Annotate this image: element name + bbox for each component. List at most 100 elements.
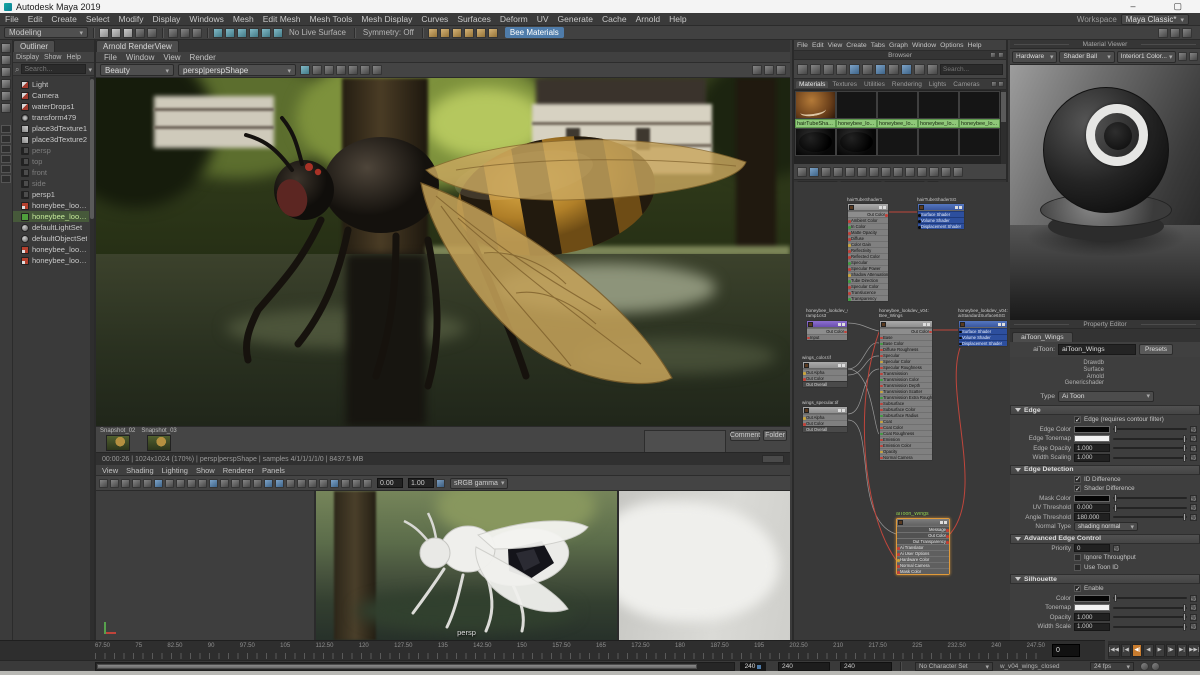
outliner-scrollbar[interactable] <box>90 77 94 640</box>
viewport-light-pane[interactable] <box>619 491 790 640</box>
material-swatch[interactable] <box>836 128 877 156</box>
safe-title-icon[interactable] <box>242 478 251 488</box>
float-pane-icon[interactable] <box>990 52 996 58</box>
open-scene-icon[interactable] <box>111 27 121 38</box>
map-button[interactable] <box>1190 604 1197 612</box>
restore-button[interactable]: ▢ <box>1173 1 1182 12</box>
map-button[interactable] <box>1190 613 1197 621</box>
go-to-end-button[interactable]: ▶▶| <box>1188 643 1200 657</box>
node-attr-displacement-shader[interactable]: Displacement Shader <box>959 339 1007 346</box>
select-by-hierarchy-icon[interactable] <box>168 27 178 38</box>
color-management-icon[interactable] <box>436 478 445 488</box>
viewer-environment-selector[interactable]: Interior1 Color... <box>1116 50 1176 63</box>
use-all-lights-icon[interactable] <box>286 478 295 488</box>
value-field[interactable]: 0 <box>1074 544 1110 553</box>
icon-view-icon[interactable] <box>875 63 886 75</box>
color-swatch[interactable] <box>1074 435 1110 443</box>
create-container-icon[interactable] <box>905 166 915 177</box>
value-field[interactable]: 0.000 <box>1074 503 1110 512</box>
gamma-field[interactable]: 1.00 <box>408 478 434 488</box>
hypershade-menu-help[interactable]: Help <box>968 42 982 49</box>
outliner-item-honeybee-lookdev-v04r[interactable]: honeybee_lookdev_v04r <box>13 244 89 255</box>
persp-outliner-layout-icon[interactable] <box>1 145 11 153</box>
ipr-render-icon[interactable] <box>439 27 450 38</box>
viewport-menu-renderer[interactable]: Renderer <box>223 466 254 475</box>
hypershade-tab-utilities[interactable]: Utilities <box>861 81 888 88</box>
play-forward-button[interactable]: ▶ <box>1154 643 1165 657</box>
snap-to-view-plane-icon[interactable] <box>261 27 271 38</box>
auto-keyframe-icon[interactable] <box>1151 662 1160 671</box>
section-silhouette[interactable]: Silhouette <box>1010 574 1200 585</box>
node-attr-displacement-shader[interactable]: Displacement Shader <box>918 223 964 230</box>
hypershade-tab-lights[interactable]: Lights <box>926 81 949 88</box>
menu-cache[interactable]: Cache <box>602 14 627 24</box>
add-selected-nodes-icon[interactable] <box>845 166 855 177</box>
sort-icon[interactable] <box>862 63 873 75</box>
bookmarks-icon[interactable] <box>132 478 141 488</box>
select-tool-icon[interactable] <box>1 43 11 53</box>
rearrange-graph-icon[interactable] <box>881 166 891 177</box>
field-chart-icon[interactable] <box>220 478 229 488</box>
color-swatch[interactable] <box>1074 425 1110 433</box>
hypershade-menu-window[interactable]: Window <box>912 42 936 49</box>
slider[interactable] <box>1113 494 1187 503</box>
pin-browser-icon[interactable] <box>927 63 938 75</box>
outliner-item-defaultlightset[interactable]: defaultLightSet <box>13 222 89 233</box>
hypershade-menu-file[interactable]: File <box>797 42 808 49</box>
slider-handle[interactable] <box>1183 444 1186 453</box>
node-attr-out-color[interactable]: Out Color <box>803 420 847 427</box>
node-header[interactable] <box>803 362 847 370</box>
hypershade-menu-edit[interactable]: Edit <box>812 42 824 49</box>
outliner-tab[interactable]: Outliner <box>13 40 56 52</box>
slider-handle[interactable] <box>1114 503 1117 512</box>
menu-mesh[interactable]: Mesh <box>233 14 254 24</box>
input-connections-icon[interactable] <box>797 166 807 177</box>
save-scene-icon[interactable] <box>123 27 133 38</box>
redo-icon[interactable] <box>147 27 157 38</box>
viewport-menu-panels[interactable]: Panels <box>262 466 285 475</box>
menu-generate[interactable]: Generate <box>558 14 593 24</box>
checkbox-use-toon-id[interactable] <box>1074 563 1081 571</box>
slider-handle[interactable] <box>1183 434 1186 443</box>
outliner-item-waterdrops1[interactable]: waterDrops1 <box>13 101 89 112</box>
menu-windows[interactable]: Windows <box>189 14 223 24</box>
browser-scrollbar[interactable] <box>1001 90 1006 164</box>
node-header[interactable] <box>880 320 932 328</box>
grease-pencil-icon[interactable] <box>165 478 174 488</box>
slider[interactable] <box>1113 613 1187 622</box>
node-header[interactable] <box>848 204 888 212</box>
viewer-geometry-selector[interactable]: Shader Ball <box>1059 50 1115 63</box>
snap-to-curve-icon[interactable] <box>225 27 235 38</box>
input-line-icon[interactable] <box>1170 27 1180 38</box>
outliner-item-camera[interactable]: Camera <box>13 90 89 101</box>
value-field[interactable]: 1.000 <box>1074 622 1110 631</box>
outliner-item-honeybee-lookdev-v04r[interactable]: honeybee_lookdev_v04r <box>13 211 89 222</box>
two-side-by-side-layout-icon[interactable] <box>1 155 11 163</box>
create-material-icon[interactable] <box>849 63 860 75</box>
outliner-item-persp1[interactable]: persp1 <box>13 189 89 200</box>
menu-edit[interactable]: Edit <box>28 14 43 24</box>
input-output-connections-icon[interactable] <box>809 166 819 177</box>
node-attr-out-color[interactable]: Out Color <box>803 375 847 382</box>
remove-selected-nodes-icon[interactable] <box>857 166 867 177</box>
render-settings-icon[interactable] <box>463 27 474 38</box>
select-by-object-icon[interactable] <box>180 27 190 38</box>
color-swatch[interactable] <box>1074 604 1110 612</box>
value-field[interactable]: 180.000 <box>1074 513 1110 522</box>
slider-handle[interactable] <box>1114 594 1117 603</box>
hypershade-tab-cameras[interactable]: Cameras <box>950 81 982 88</box>
node-hairtube1[interactable]: hairTubeShader1 Out Color Ambient Color In … <box>847 197 889 303</box>
value-field[interactable]: 1.000 <box>1074 444 1110 453</box>
checkbox-enable[interactable] <box>1074 585 1081 593</box>
node-header[interactable] <box>803 407 847 415</box>
material-swatch[interactable] <box>918 128 959 156</box>
close-icon[interactable] <box>998 52 1004 58</box>
menu-curves[interactable]: Curves <box>421 14 448 24</box>
material-swatch[interactable] <box>877 128 918 156</box>
menu-create[interactable]: Create <box>51 14 77 24</box>
viewport-persp-pane[interactable]: persp <box>316 491 619 640</box>
slider[interactable] <box>1113 453 1187 462</box>
hypershade-search-input[interactable] <box>940 63 1003 75</box>
slider[interactable] <box>1113 444 1187 453</box>
node-editor-canvas[interactable]: hairTubeShader1 Out Color Ambient Color In … <box>794 182 1010 640</box>
